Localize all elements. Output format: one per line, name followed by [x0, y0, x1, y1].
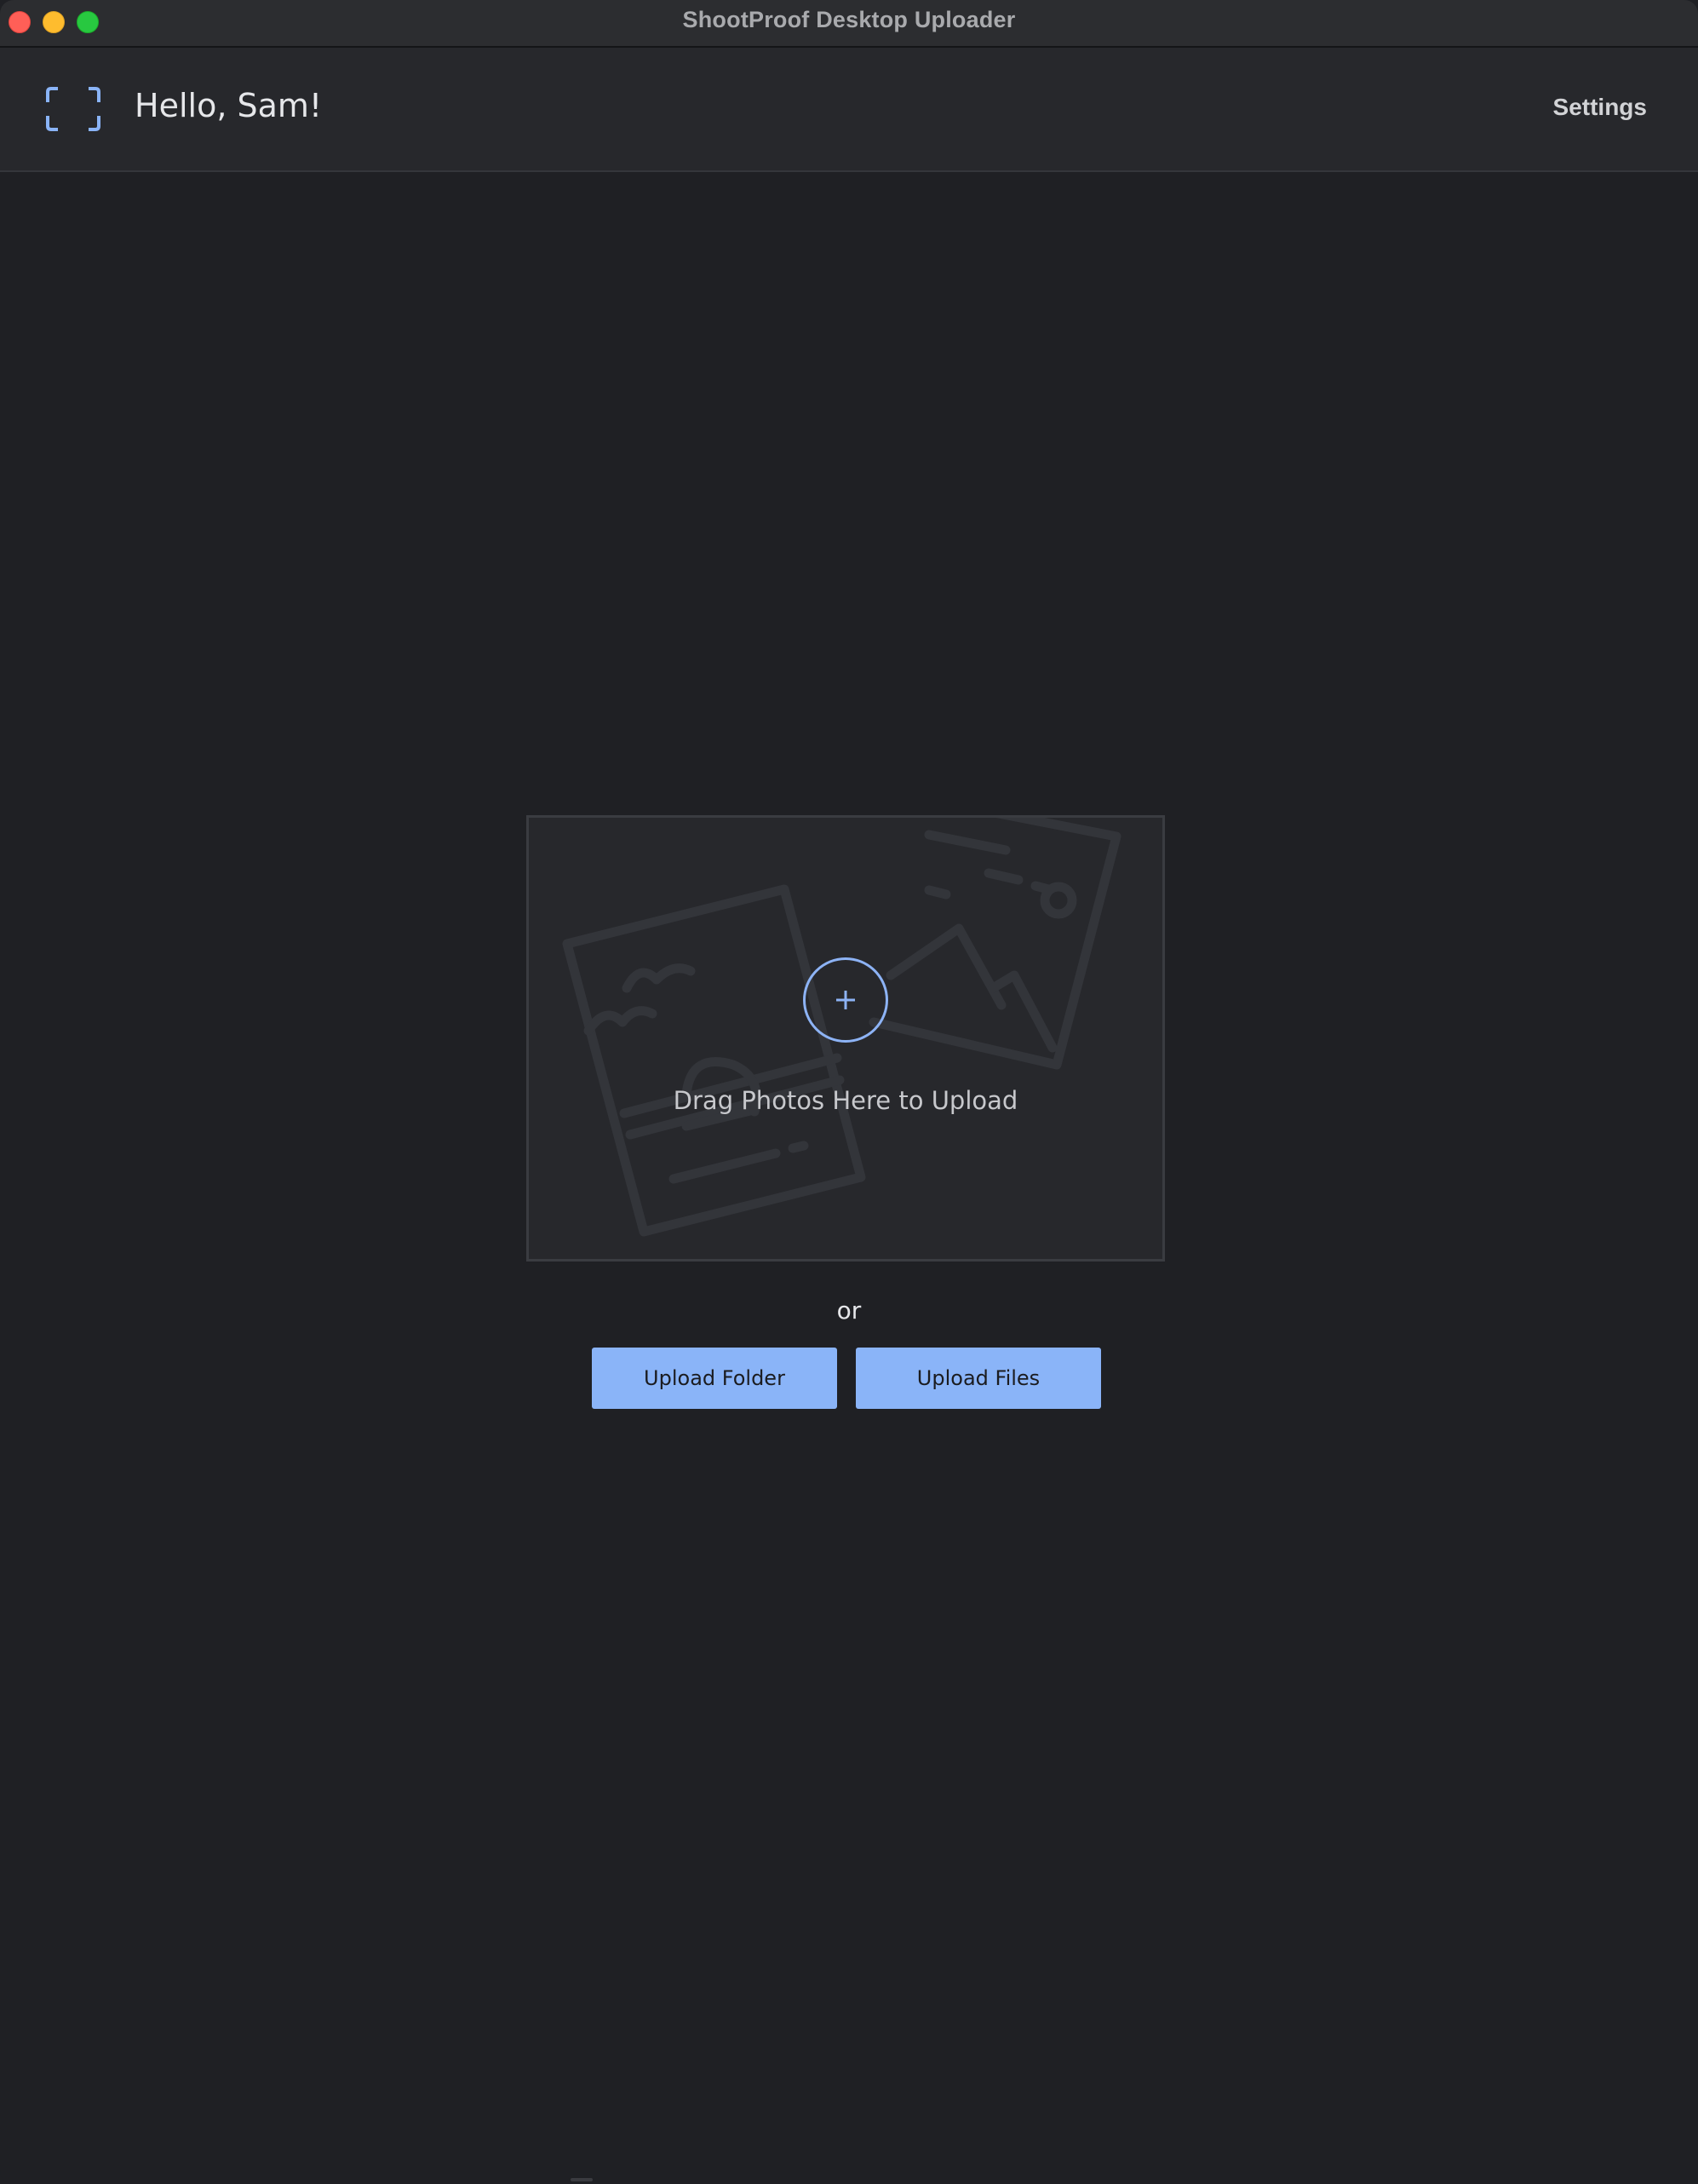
drop-zone-label: Drag Photos Here to Upload: [673, 1086, 1018, 1115]
greeting-text: Hello, Sam!: [135, 87, 323, 124]
shootproof-frame-icon: [46, 87, 100, 131]
settings-link[interactable]: Settings: [1553, 94, 1647, 121]
window-title: ShootProof Desktop Uploader: [682, 7, 1016, 32]
add-photos-button[interactable]: [803, 957, 888, 1043]
plus-icon: [836, 991, 855, 1009]
upload-files-button[interactable]: Upload Files: [856, 1348, 1101, 1409]
upload-folder-button[interactable]: Upload Folder: [592, 1348, 837, 1409]
app-header: Hello, Sam! Settings: [0, 48, 1698, 172]
or-separator: or: [836, 1296, 862, 1325]
app-window: ShootProof Desktop Uploader Hello, Sam! …: [0, 0, 1698, 2184]
window-resize-handle[interactable]: [571, 2178, 593, 2181]
title-bar: ShootProof Desktop Uploader: [0, 0, 1698, 48]
photo-drop-zone[interactable]: Drag Photos Here to Upload: [526, 815, 1165, 1262]
